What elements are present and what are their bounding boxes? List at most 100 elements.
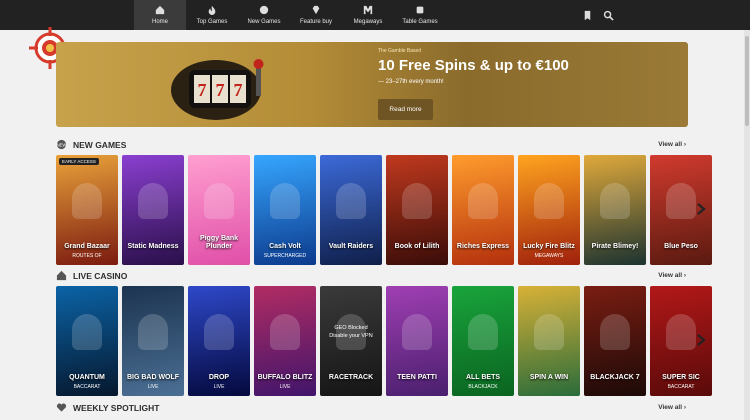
game-title: Piggy Bank Plunder: [199, 235, 239, 250]
game-title: Blue Peso: [664, 243, 698, 250]
home-icon: [155, 5, 165, 15]
game-subtitle: LIVE: [213, 384, 225, 390]
section-title: WEEKLY SPOTLIGHT: [73, 403, 160, 413]
game-artwork: [600, 183, 630, 219]
game-title: Vault Raiders: [328, 243, 374, 250]
game-tile[interactable]: DROP LIVE: [188, 286, 250, 396]
view-all-link[interactable]: View all ›: [658, 404, 686, 411]
banner-title: 10 Free Spins & up to €100: [378, 57, 569, 74]
game-tile[interactable]: BIG BAD WOLF LIVE: [122, 286, 184, 396]
game-tile[interactable]: Piggy Bank Plunder: [188, 155, 250, 265]
game-title: DROP: [208, 374, 230, 381]
game-title: BLACKJACK 7: [590, 374, 640, 381]
game-subtitle: BACCARAT: [667, 384, 695, 390]
game-tile[interactable]: QUANTUM BACCARAT: [56, 286, 118, 396]
game-artwork: [600, 314, 630, 350]
nav-tab-top-games[interactable]: Top Games: [186, 0, 238, 30]
live-casino-row: QUANTUM BACCARAT BIG BAD WOLF LIVE DROP LIVE B…: [56, 286, 712, 396]
nav-tab-label: Home: [151, 19, 168, 25]
game-subtitle: LIVE: [147, 384, 159, 390]
game-tile[interactable]: GEO Blocked Disable your VPN RACETRACK: [320, 286, 382, 396]
game-subtitle: ROUTES OF: [72, 253, 102, 259]
geo-blocked-notice: GEO Blocked Disable your VPN: [329, 325, 373, 339]
view-all-link[interactable]: View all ›: [658, 141, 686, 148]
new-games-row: EARLY ACCESS Grand Bazaar ROUTES OF Static …: [56, 155, 712, 265]
early-access-badge: EARLY ACCESS: [59, 158, 99, 165]
game-tile[interactable]: ALL BETS BLACKJACK: [452, 286, 514, 396]
banner-subtitle: — 23–27th every month!: [378, 79, 444, 85]
game-artwork: [534, 183, 564, 219]
heart-icon: [56, 403, 67, 412]
banner-kicker: The Gamble Based: [378, 48, 422, 54]
megaways-icon: [363, 5, 373, 15]
game-artwork: [270, 314, 300, 350]
table-icon: [415, 5, 425, 15]
game-title: Grand Bazaar: [64, 243, 110, 250]
nav-tab-new-games[interactable]: New Games: [238, 0, 290, 30]
chevron-right-icon[interactable]: [696, 203, 706, 215]
nav-tab-megaways[interactable]: Megaways: [342, 0, 394, 30]
game-title: BUFFALO BLITZ: [257, 374, 313, 381]
game-title: Book of Lilith: [394, 243, 440, 250]
game-tile[interactable]: Book of Lilith: [386, 155, 448, 265]
game-title: QUANTUM: [69, 374, 105, 381]
game-artwork: [138, 183, 168, 219]
bookmark-icon[interactable]: [582, 8, 593, 26]
game-title: SPIN A WIN: [529, 374, 569, 381]
search-icon[interactable]: [603, 8, 614, 26]
game-tile[interactable]: TEEN PATTI: [386, 286, 448, 396]
game-artwork: [666, 314, 696, 350]
game-title: Lucky Fire Blitz: [523, 243, 575, 250]
section-title: NEW GAMES: [73, 140, 127, 150]
game-artwork: [204, 183, 234, 219]
game-artwork: [204, 314, 234, 350]
svg-text:NEW: NEW: [57, 142, 67, 147]
game-tile[interactable]: BUFFALO BLITZ LIVE: [254, 286, 316, 396]
game-tile[interactable]: Cash Volt SUPERCHARGED: [254, 155, 316, 265]
weekly-spotlight-header: WEEKLY SPOTLIGHT View all ›: [56, 402, 688, 414]
game-title: TEEN PATTI: [397, 374, 437, 381]
game-subtitle: BLACKJACK: [468, 384, 498, 390]
nav-tab-home[interactable]: Home: [134, 0, 186, 30]
chevron-right-icon[interactable]: [696, 334, 706, 346]
nav-tab-label: New Games: [247, 19, 281, 25]
game-artwork: [138, 314, 168, 350]
game-subtitle: BACCARAT: [73, 384, 101, 390]
game-title: Riches Express: [456, 243, 510, 250]
svg-text:7: 7: [198, 80, 207, 100]
game-tile[interactable]: Lucky Fire Blitz MEGAWAYS: [518, 155, 580, 265]
game-subtitle: SUPERCHARGED: [263, 253, 307, 259]
game-tile[interactable]: Riches Express: [452, 155, 514, 265]
game-artwork: [72, 183, 102, 219]
game-title: Pirate Blimey!: [591, 243, 639, 250]
game-tile[interactable]: Static Madness: [122, 155, 184, 265]
game-title: BIG BAD WOLF: [126, 374, 180, 381]
game-tile[interactable]: BLACKJACK 7: [584, 286, 646, 396]
home-icon: [56, 270, 67, 281]
nav-tab-label: Top Games: [196, 19, 228, 25]
game-artwork: [402, 314, 432, 350]
promo-banner[interactable]: 7 7 7 The Gamble Based 10 Free Spins & u…: [56, 42, 688, 127]
top-navigation: Home Top Games New Games Feature buy Megaway…: [0, 0, 750, 30]
view-all-link[interactable]: View all ›: [658, 272, 686, 279]
nav-tab-feature-buy[interactable]: Feature buy: [290, 0, 342, 30]
nav-tabs: Home Top Games New Games Feature buy Megaway…: [134, 0, 446, 30]
game-artwork: [468, 183, 498, 219]
scrollbar-thumb[interactable]: [745, 36, 749, 126]
new-games-header: NEW NEW GAMES View all ›: [56, 139, 688, 151]
new-icon: NEW: [57, 139, 67, 150]
svg-text:7: 7: [234, 80, 243, 100]
read-more-button[interactable]: Read more: [378, 99, 433, 120]
game-tile[interactable]: Pirate Blimey!: [584, 155, 646, 265]
game-tile[interactable]: EARLY ACCESS Grand Bazaar ROUTES OF: [56, 155, 118, 265]
game-title: Static Madness: [127, 243, 179, 250]
game-artwork: [270, 183, 300, 219]
gem-icon: [311, 5, 321, 15]
game-tile[interactable]: SPIN A WIN: [518, 286, 580, 396]
game-artwork: [336, 183, 366, 219]
game-artwork: [72, 314, 102, 350]
game-tile[interactable]: Vault Raiders: [320, 155, 382, 265]
top-actions: [582, 8, 614, 26]
nav-tab-table-games[interactable]: Table Games: [394, 0, 446, 30]
game-title: ALL BETS: [465, 374, 501, 381]
